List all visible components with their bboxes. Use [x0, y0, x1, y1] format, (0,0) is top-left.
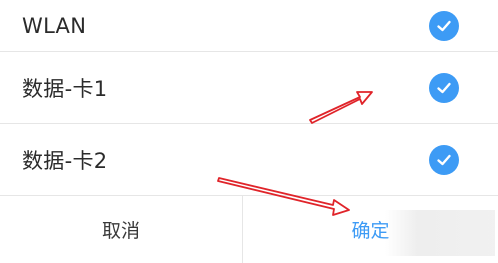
watermark-overlay	[385, 210, 495, 256]
option-row-data-sim2[interactable]: 数据-卡2	[0, 124, 498, 195]
option-label-data-sim2: 数据-卡2	[22, 148, 108, 173]
option-row-data-sim1[interactable]: 数据-卡1	[0, 52, 498, 123]
checkmark-icon[interactable]	[429, 72, 459, 103]
network-permission-dialog: WLAN 数据-卡1 数据-卡2 取消 确定	[0, 0, 498, 263]
cancel-button[interactable]: 取消	[0, 196, 242, 263]
option-label-wlan: WLAN	[22, 13, 87, 38]
option-label-data-sim1: 数据-卡1	[22, 76, 108, 101]
checkmark-icon[interactable]	[429, 144, 459, 175]
checkmark-icon[interactable]	[429, 10, 459, 41]
option-row-wlan[interactable]: WLAN	[0, 0, 498, 51]
